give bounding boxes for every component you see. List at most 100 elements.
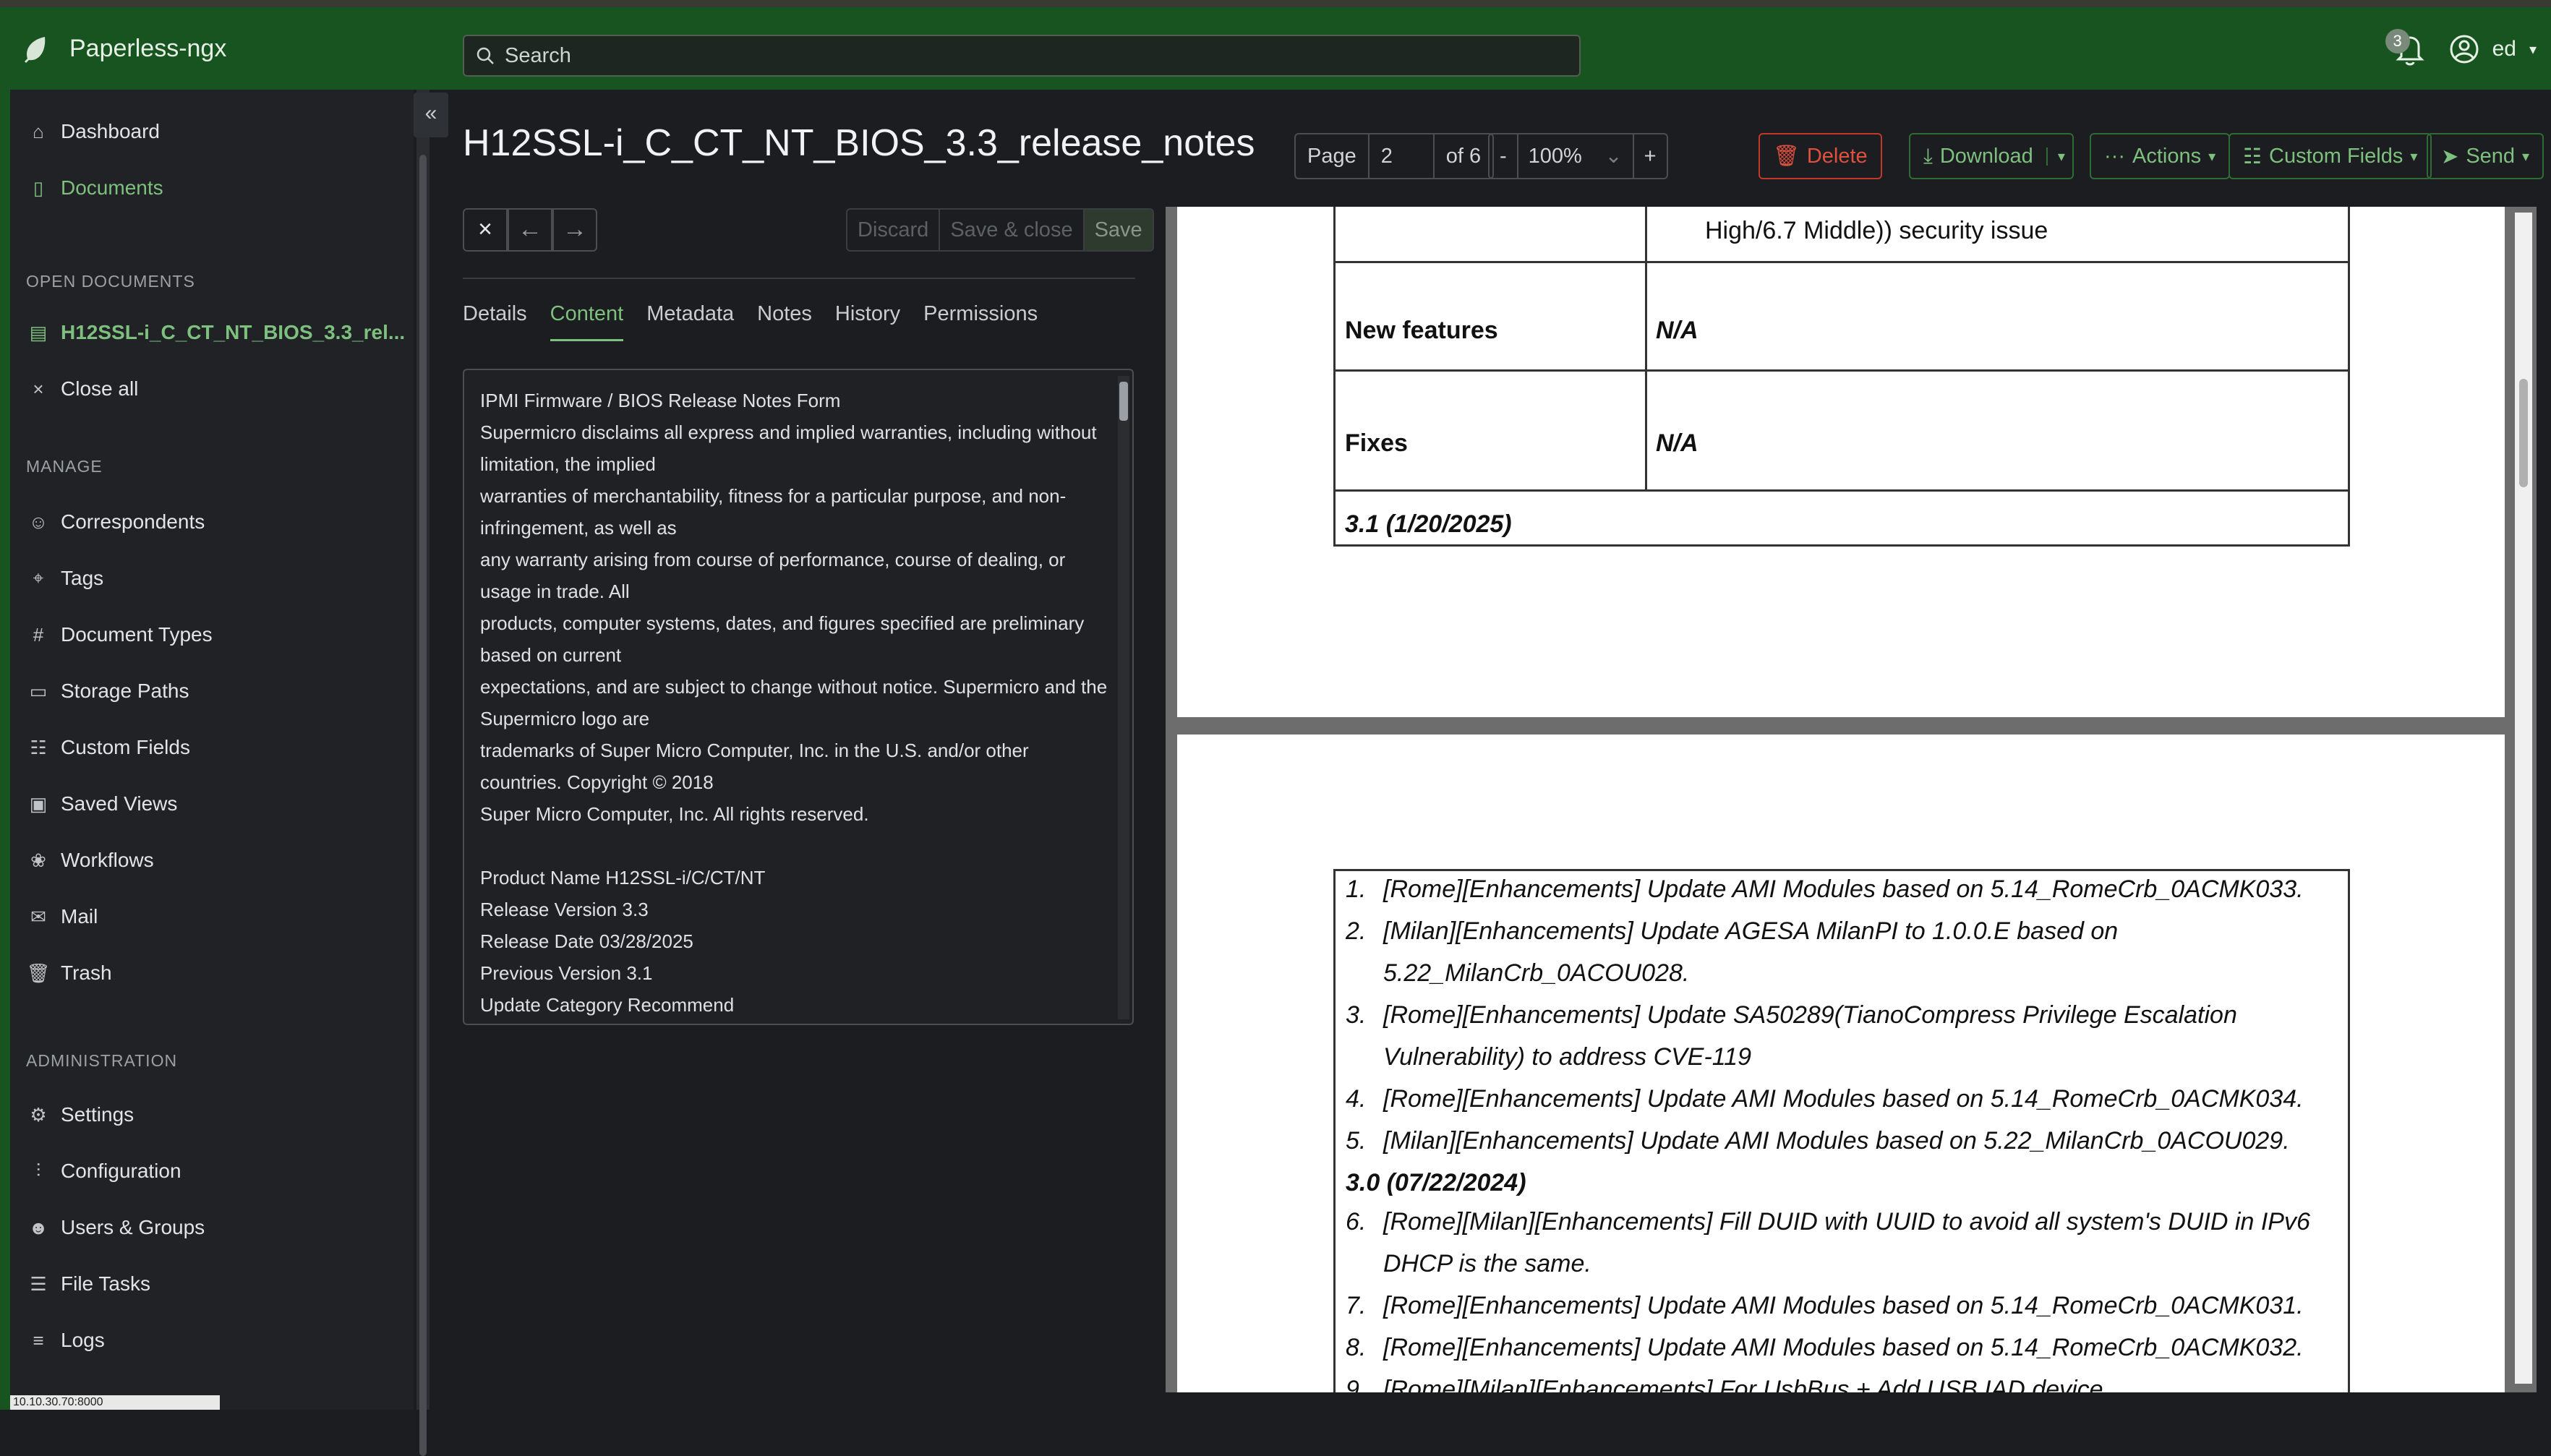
search-icon [477, 47, 494, 64]
content-line [480, 830, 1111, 862]
download-button[interactable]: ⤓ Download ▾ [1909, 133, 2074, 179]
divider [463, 278, 1135, 279]
user-circle-icon [2450, 35, 2479, 64]
content-textarea[interactable]: IPMI Firmware / BIOS Release Notes Form … [463, 369, 1134, 1025]
tab-history[interactable]: History [835, 302, 900, 341]
zoom-control: - 100% ⌄ + [1488, 133, 1668, 179]
text-left-icon: ≡ [33, 1329, 44, 1351]
scrollbar-thumb[interactable] [419, 155, 427, 1456]
custom-fields-button[interactable]: ☷ Custom Fields ▾ [2229, 133, 2432, 179]
window-icon: ▣ [29, 792, 48, 815]
save-button-group: Discard Save & close Save [846, 208, 1154, 252]
hash-icon: # [33, 623, 44, 646]
house-icon: ⌂ [33, 120, 44, 142]
tab-notes[interactable]: Notes [757, 302, 812, 341]
notifications-button[interactable]: 3 [2385, 29, 2424, 67]
page-count: of 6 [1445, 145, 1482, 168]
content-line: trademarks of Super Micro Computer, Inc.… [480, 740, 1034, 793]
sidebar-item-documents[interactable]: ▯ Documents [26, 176, 163, 200]
pdf-scrollbar[interactable] [2515, 213, 2532, 1384]
pdf-version-heading: 3.1 (1/20/2025) [1345, 510, 1512, 538]
discard-button[interactable]: Discard [847, 210, 941, 250]
close-document-button[interactable]: × [463, 208, 508, 252]
document-tabs: Details Content Metadata Notes History P… [463, 302, 1038, 341]
sidebar-item-logs[interactable]: ≡ Logs [26, 1329, 104, 1352]
people-icon: ☻ [28, 1216, 48, 1238]
chevron-down-icon: ▾ [2529, 41, 2537, 58]
zoom-out-button[interactable]: - [1490, 134, 1518, 178]
zoom-select[interactable]: 100% ⌄ [1518, 134, 1634, 178]
search-placeholder: Search [505, 43, 571, 67]
previous-document-button[interactable]: ← [508, 208, 552, 252]
sidebar-item-file-tasks[interactable]: ☰ File Tasks [26, 1272, 150, 1296]
chevron-down-icon: ⌄ [1604, 145, 1623, 168]
send-button[interactable]: ➤ Send ▾ [2427, 133, 2544, 179]
app-name: Paperless-ngx [69, 35, 227, 62]
pdf-list-item: 8. [Rome][Enhancements] Update AMI Module… [1346, 1334, 2304, 1361]
next-document-button[interactable]: → [552, 208, 597, 252]
actions-button[interactable]: ··· Actions ▾ [2090, 133, 2231, 179]
pdf-new-features-value: N/A [1656, 317, 1698, 344]
pdf-fixes-value: N/A [1656, 429, 1698, 457]
tab-details[interactable]: Details [463, 302, 527, 341]
sidebar-item-open-document[interactable]: ▤ H12SSL-i_C_CT_NT_BIOS_3.3_rel... [26, 321, 406, 344]
folder-icon: ▭ [29, 680, 48, 702]
sidebar-item-correspondents[interactable]: ☺ Correspondents [26, 510, 205, 534]
content-line: Previous Version 3.1 [480, 962, 653, 984]
sidebar-item-document-types[interactable]: # Document Types [26, 623, 213, 646]
save-close-button[interactable]: Save & close [940, 210, 1085, 250]
sidebar-item-users-groups[interactable]: ☻ Users & Groups [26, 1216, 205, 1239]
page-label: Page [1296, 134, 1369, 178]
sidebar-item-dashboard[interactable]: ⌂ Dashboard [26, 120, 160, 143]
trash-icon: 🗑 [1773, 145, 1800, 168]
sidebar-item-storage-paths[interactable]: ▭ Storage Paths [26, 680, 189, 703]
sidebar-item-settings[interactable]: ⚙ Settings [26, 1103, 134, 1126]
person-icon: ☺ [28, 510, 48, 533]
file-icon: ▯ [33, 176, 44, 199]
tag-icon: ⌖ [33, 567, 44, 588]
download-dropdown-toggle[interactable]: ▾ [2046, 147, 2065, 166]
sidebar-item-tags[interactable]: ⌖ Tags [26, 567, 103, 590]
scrollbar-thumb[interactable] [1119, 382, 1128, 421]
open-documents-heading: OPEN DOCUMENTS [26, 272, 195, 291]
pdf-list-item: 5. [Milan][Enhancements] Update AMI Modul… [1346, 1127, 2290, 1155]
sidebar-scrollbar[interactable] [416, 90, 430, 1456]
ui-checks-icon: ☷ [2243, 145, 2262, 168]
tab-metadata[interactable]: Metadata [646, 302, 734, 341]
pdf-version-heading: 3.0 (07/22/2024) [1346, 1169, 1526, 1196]
sidebar-item-mail[interactable]: ✉ Mail [26, 905, 98, 928]
close-all-button[interactable]: × Close all [26, 377, 138, 401]
zoom-in-button[interactable]: + [1634, 134, 1667, 178]
pdf-table [1333, 207, 2350, 547]
content-line: Release Version 3.3 [480, 899, 649, 920]
content-scrollbar[interactable] [1118, 376, 1129, 1019]
pdf-viewer[interactable]: High/6.7 Middle)) security issue New fea… [1166, 207, 2537, 1392]
tab-content[interactable]: Content [550, 302, 624, 341]
tab-permissions[interactable]: Permissions [923, 302, 1038, 341]
pdf-list-item: DHCP is the same. [1383, 1250, 1591, 1277]
content-line: Release Date 03/28/2025 [480, 930, 693, 952]
content-line: any warranty arising from course of perf… [480, 549, 1071, 602]
document-nav-tools: × ← → [463, 208, 597, 252]
sidebar-item-configuration[interactable]: ⫶ Configuration [26, 1160, 181, 1183]
sidebar-item-custom-fields[interactable]: ☷ Custom Fields [26, 736, 190, 759]
collapse-sidebar-button[interactable]: « [414, 93, 448, 137]
sliders-icon: ⫶ [35, 1160, 41, 1181]
sidebar-item-workflows[interactable]: ❀ Workflows [26, 849, 154, 872]
save-button[interactable]: Save [1084, 210, 1153, 250]
sidebar-item-trash[interactable]: 🗑 Trash [26, 962, 111, 985]
user-name: ed [2492, 37, 2516, 61]
sidebar-item-saved-views[interactable]: ▣ Saved Views [26, 792, 178, 815]
page-number-input[interactable]: 2 [1369, 134, 1435, 178]
content-line: expectations, and are subject to change … [480, 676, 1113, 729]
scrollbar-thumb[interactable] [2519, 379, 2528, 487]
content-line: products, computer systems, dates, and f… [480, 612, 1090, 666]
app-brand[interactable]: Paperless-ngx [23, 35, 226, 63]
content-line: Product Name H12SSL-i/C/CT/NT [480, 867, 766, 888]
content-line: IPMI Firmware / BIOS Release Notes Form [480, 390, 841, 411]
leaf-logo-icon [25, 36, 46, 63]
user-menu[interactable]: ed ▾ [2449, 34, 2537, 64]
search-input[interactable]: Search [463, 35, 1581, 77]
delete-button[interactable]: 🗑 Delete [1759, 133, 1882, 179]
content-line: Supermicro disclaims all express and imp… [480, 421, 1102, 475]
